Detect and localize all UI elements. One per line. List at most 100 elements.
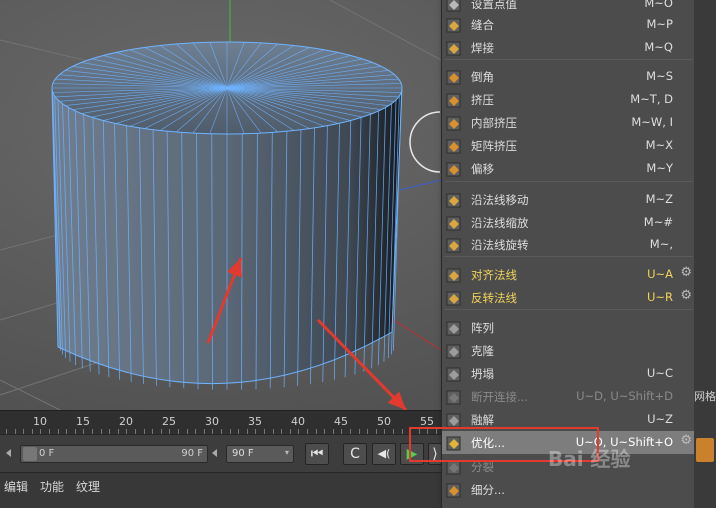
menu-item-smooth-shift[interactable]: 偏移 M~Y xyxy=(442,157,695,180)
menu-item-shortcut: U~R xyxy=(646,290,673,304)
menu-item-disconnect[interactable]: 断开连接... U~D, U~Shift+D xyxy=(442,385,695,408)
array-icon xyxy=(446,321,461,336)
smooth-shift-icon xyxy=(446,162,461,177)
bevel-icon xyxy=(446,70,461,85)
reverse-normals-icon xyxy=(446,291,461,306)
menu-item-shortcut: M~T, D xyxy=(630,92,673,106)
menu-item-shortcut: U~D, U~Shift+D xyxy=(576,389,673,403)
menu-item-align-normals[interactable]: 对齐法线 U~A ⚙ xyxy=(442,263,695,286)
menu-separator xyxy=(444,256,693,257)
timeline-tick-label: 35 xyxy=(248,415,262,428)
menu-item-shortcut: M~S xyxy=(646,69,673,83)
frame-range-slider[interactable]: 0 F 90 F xyxy=(20,445,208,463)
menu-item-reverse-normals[interactable]: 反转法线 U~R ⚙ xyxy=(442,286,695,309)
clone-icon xyxy=(446,344,461,359)
menu-item-label: 矩阵挤压 xyxy=(471,139,517,153)
menu-item-shortcut: M~# xyxy=(643,215,673,229)
matrix-extrude-icon xyxy=(446,139,461,154)
end-frame-field[interactable]: 90 F ▾ xyxy=(226,445,294,463)
end-left-arrow-icon[interactable] xyxy=(212,449,217,457)
menu-texture[interactable]: 纹理 xyxy=(76,478,100,495)
go-to-start-button[interactable]: ⏮ xyxy=(305,443,329,465)
loop-icon: C xyxy=(350,446,360,462)
collapse-icon xyxy=(446,367,461,382)
weld-icon xyxy=(446,41,461,56)
menu-item-label: 沿法线旋转 xyxy=(471,238,529,252)
menu-item-label: 沿法线移动 xyxy=(471,193,529,207)
subdivide-icon xyxy=(446,483,461,498)
panel-toggle-button[interactable] xyxy=(696,438,714,462)
menu-item-weld[interactable]: 焊接 M~Q xyxy=(442,36,695,59)
gear-icon[interactable]: ⚙ xyxy=(680,288,692,303)
menu-item-label: 细分... xyxy=(471,483,505,497)
menu-item-normal-rotate[interactable]: 沿法线旋转 M~, xyxy=(442,233,695,256)
go-to-start-icon: ⏮ xyxy=(310,446,324,462)
menu-item-stitch[interactable]: 缝合 M~P xyxy=(442,13,695,36)
menu-function[interactable]: 功能 xyxy=(40,478,64,495)
menu-item-shortcut: M~X xyxy=(645,138,673,152)
timeline-tick-label: 25 xyxy=(162,415,176,428)
cinema4d-window: 10 15 20 25 30 35 40 45 50 55 0 F 90 F 90 F ▾ ⏮ C… xyxy=(0,0,716,508)
normal-rotate-icon xyxy=(446,238,461,253)
extrude-inner-icon xyxy=(446,116,461,131)
right-panel-strip: 网格 xyxy=(694,0,716,508)
menu-separator xyxy=(444,59,693,60)
menu-item-shortcut: M~Q xyxy=(644,40,673,54)
slider-end-label: 90 F xyxy=(181,448,203,459)
menu-item-shortcut: M~O xyxy=(644,0,673,10)
menu-item-shortcut: U~Z xyxy=(647,412,673,426)
prev-key-icon: ◀( xyxy=(377,447,391,460)
stitch-icon xyxy=(446,18,461,33)
menu-item-array[interactable]: 阵列 xyxy=(442,316,695,339)
menu-item-label: 缝合 xyxy=(471,18,494,32)
gear-icon[interactable]: ⚙ xyxy=(680,265,692,280)
timeline-tick-label: 50 xyxy=(377,415,391,428)
menu-item-normal-move[interactable]: 沿法线移动 M~Z xyxy=(442,188,695,211)
slider-start-label: 0 F xyxy=(39,448,55,459)
menu-item-bevel[interactable]: 倒角 M~S xyxy=(442,65,695,88)
menu-item-label: 倒角 xyxy=(471,70,494,84)
menu-item-matrix-extrude[interactable]: 矩阵挤压 M~X xyxy=(442,134,695,157)
disconnect-icon xyxy=(446,390,461,405)
menu-item-label: 克隆 xyxy=(471,344,494,358)
timeline-tick-label: 20 xyxy=(119,415,133,428)
menu-item-normal-scale[interactable]: 沿法线缩放 M~# xyxy=(442,211,695,234)
menu-item-shortcut: M~Z xyxy=(645,192,673,206)
menu-item-shortcut: U~C xyxy=(646,366,673,380)
prev-key-button[interactable]: ◀( xyxy=(372,443,396,465)
menu-item-label: 断开连接... xyxy=(471,390,528,404)
menu-item-label: 偏移 xyxy=(471,162,494,176)
loop-button[interactable]: C xyxy=(343,443,367,465)
menu-item-label: 融解 xyxy=(471,413,494,427)
extrude-icon xyxy=(446,93,461,108)
timeline-tick-label: 30 xyxy=(205,415,219,428)
timeline-tick-label: 15 xyxy=(76,415,90,428)
gear-icon[interactable]: ⚙ xyxy=(680,433,692,448)
menu-item-label: 坍塌 xyxy=(471,367,494,381)
menu-item-shortcut: M~W, I xyxy=(631,115,673,129)
timeline-tick-label: 40 xyxy=(291,415,305,428)
menu-item-shortcut: M~, xyxy=(649,237,673,251)
menu-separator xyxy=(444,181,693,182)
menu-item-shortcut: M~P xyxy=(646,17,674,31)
menu-item-label: 沿法线缩放 xyxy=(471,216,529,230)
slider-left-arrow-icon[interactable] xyxy=(6,449,11,457)
menu-item-shortcut: M~Y xyxy=(646,161,673,175)
menu-item-label: 挤压 xyxy=(471,93,494,107)
slider-knob[interactable] xyxy=(23,447,37,461)
watermark-text: Bai 经验 xyxy=(548,447,631,471)
set-point-icon xyxy=(446,0,461,12)
timeline-tick-label: 45 xyxy=(334,415,348,428)
menu-item-collapse[interactable]: 坍塌 U~C xyxy=(442,362,695,385)
menu-item-extrude[interactable]: 挤压 M~T, D xyxy=(442,88,695,111)
menu-item-subdivide[interactable]: 细分... xyxy=(442,478,695,501)
menu-item-clone[interactable]: 克隆 xyxy=(442,339,695,362)
menu-edit[interactable]: 编辑 xyxy=(4,478,28,495)
menu-item-shortcut: U~A xyxy=(647,267,673,281)
align-normals-icon xyxy=(446,268,461,283)
timeline-tick-label: 10 xyxy=(33,415,47,428)
menu-item-extrude-inner[interactable]: 内部挤压 M~W, I xyxy=(442,111,695,134)
normal-move-icon xyxy=(446,193,461,208)
chevron-down-icon: ▾ xyxy=(284,448,289,457)
menu-item-label: 内部挤压 xyxy=(471,116,517,130)
